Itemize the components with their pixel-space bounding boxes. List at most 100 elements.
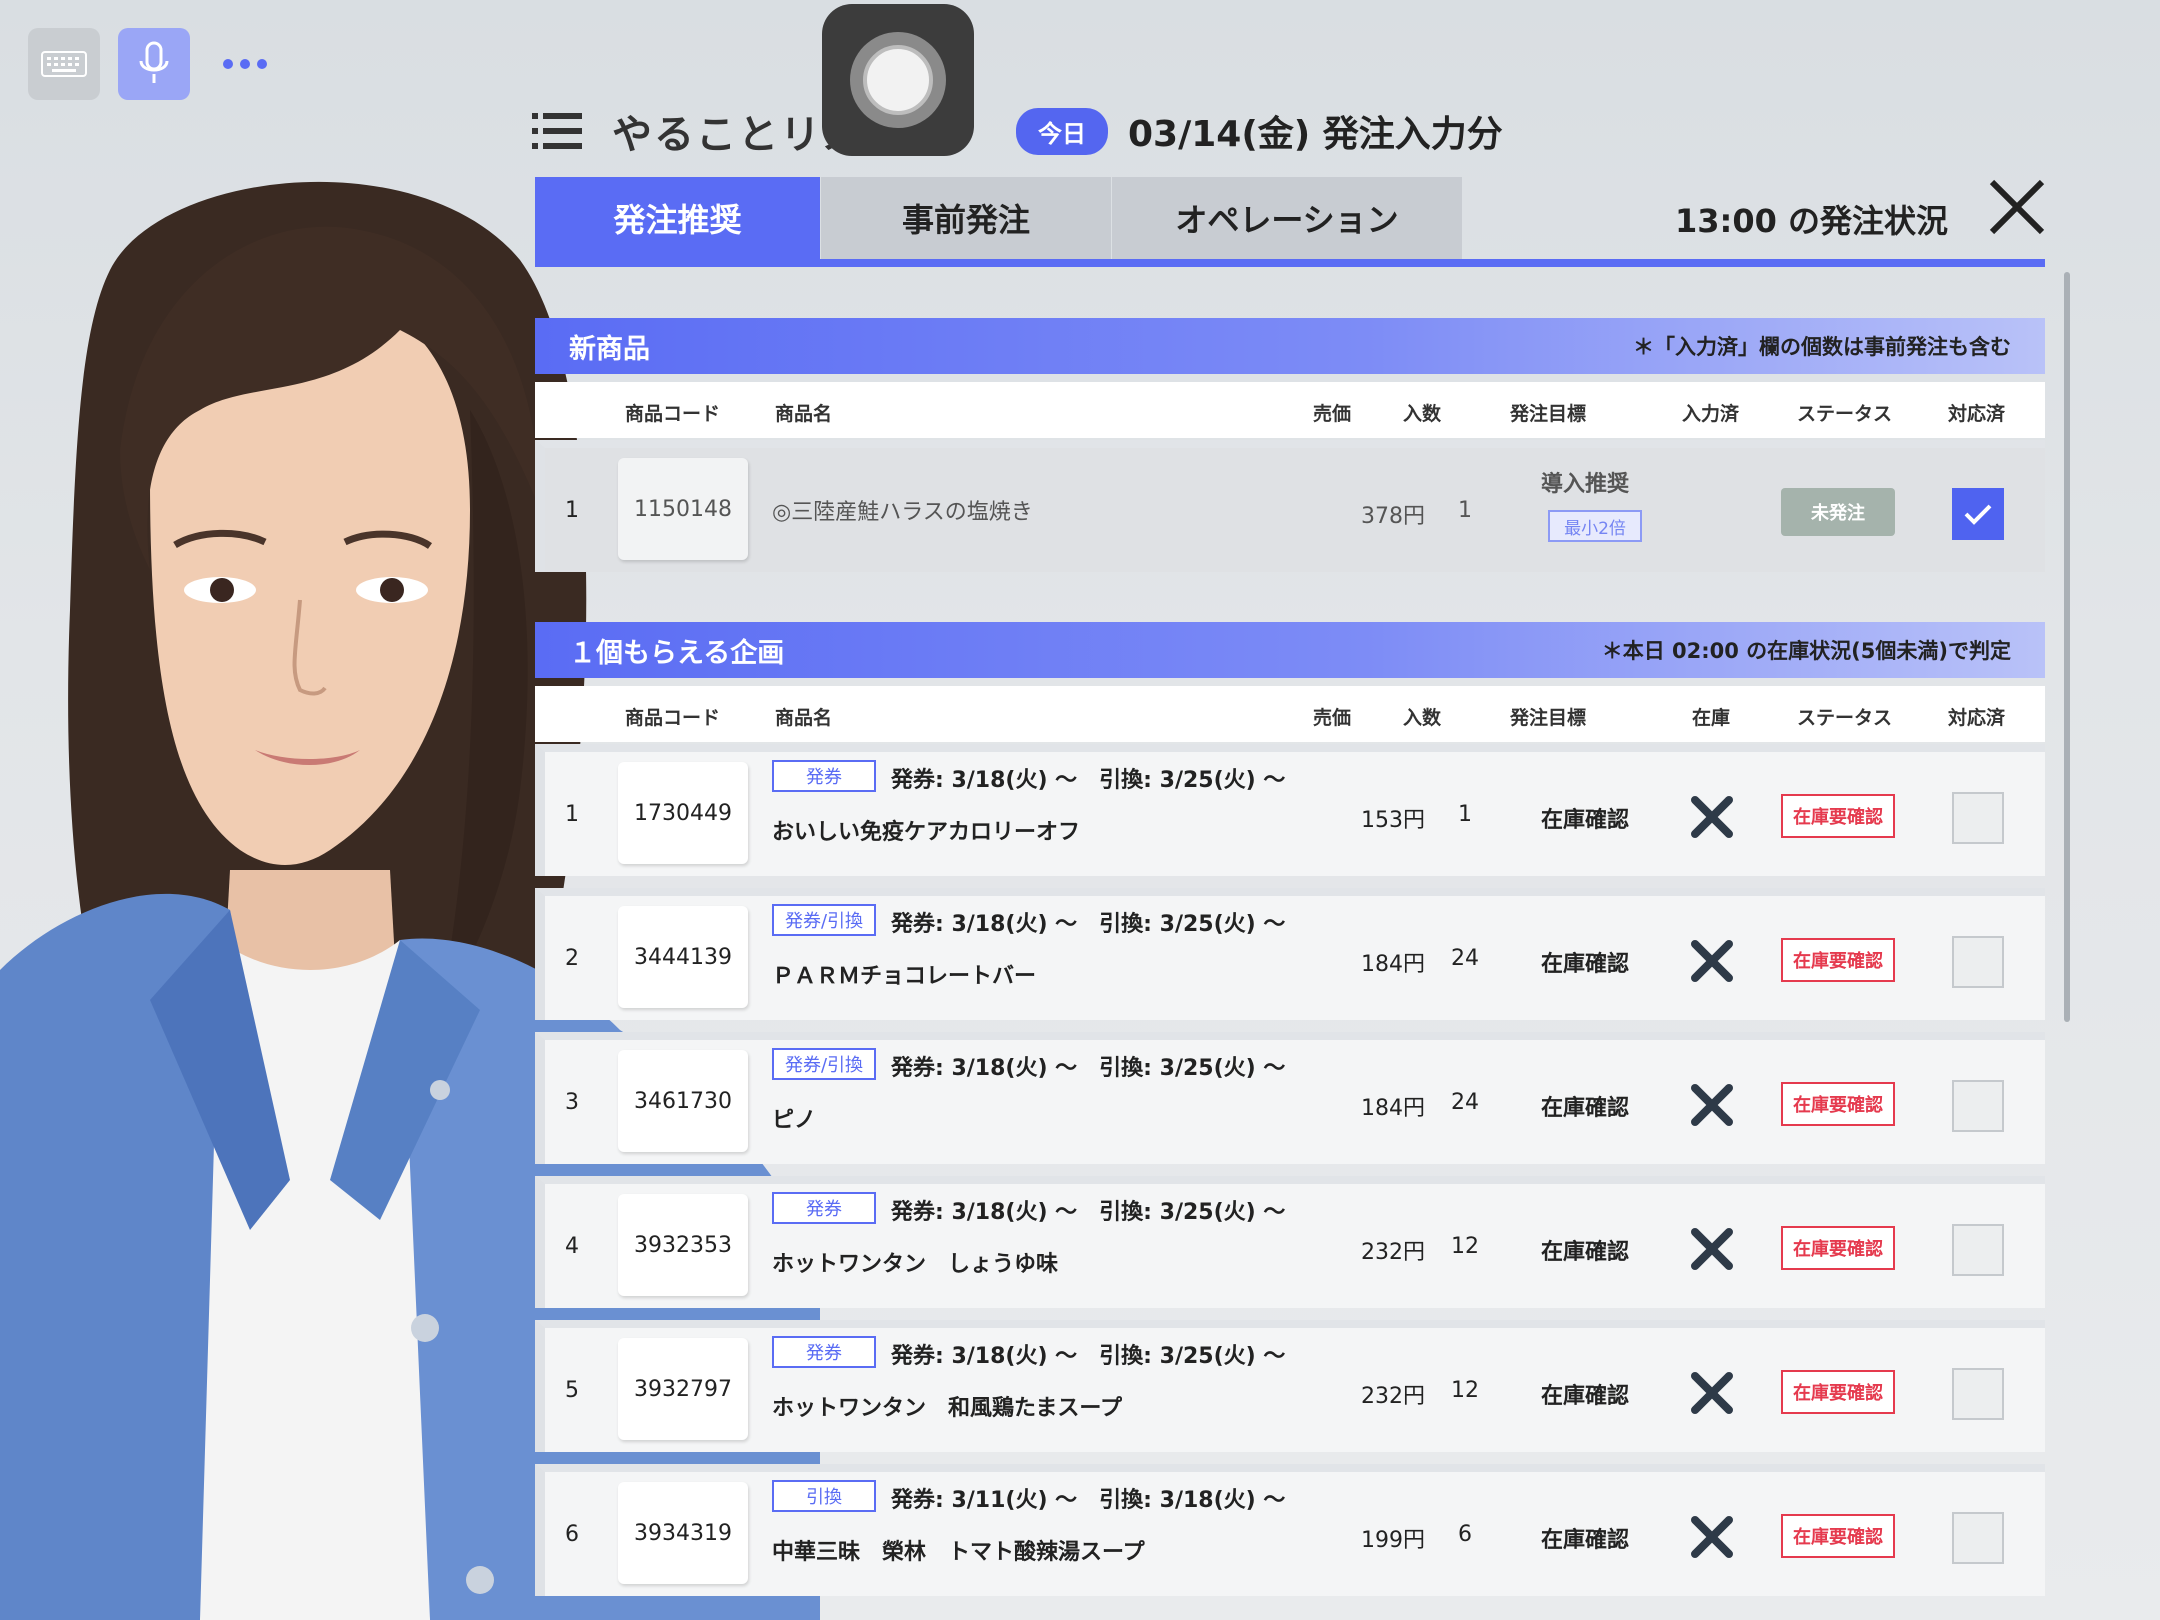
keyboard-icon	[41, 51, 87, 77]
campaign-column-header: 商品コード 商品名 売価 入数 発注目標 在庫 ステータス 対応済	[535, 686, 2045, 742]
table-row[interactable]: 1 1730449 発券 発券: 3/18(火) ～ 引換: 3/25(火) ～…	[535, 744, 2045, 876]
product-qty: 1	[1458, 498, 1472, 523]
target-tag: 最小2倍	[1548, 510, 1642, 542]
product-name: ピノ	[772, 1108, 817, 1133]
campaign-tag: 発券/引換	[772, 904, 876, 936]
table-row[interactable]: 4 3932353 発券 発券: 3/18(火) ～ 引換: 3/25(火) ～…	[535, 1176, 2045, 1308]
product-code: 3934319	[618, 1482, 748, 1584]
table-row[interactable]: 3 3461730 発券/引換 発券: 3/18(火) ～ 引換: 3/25(火…	[535, 1032, 2045, 1164]
col-entered: 入力済	[1682, 403, 1740, 425]
row-index: 5	[565, 1378, 579, 1403]
close-icon[interactable]	[1986, 176, 2048, 238]
product-code: 3461730	[618, 1050, 748, 1152]
table-row[interactable]: 6 3934319 引換 発券: 3/11(火) ～ 引換: 3/18(火) ～…	[535, 1464, 2045, 1596]
campaign-tag: 引換	[772, 1480, 876, 1512]
col-stock: 在庫	[1692, 707, 1731, 729]
row-index: 1	[565, 802, 579, 827]
product-price: 232円	[1361, 1384, 1425, 1409]
cross-icon	[1691, 940, 1733, 982]
status-badge: 在庫要確認	[1781, 1370, 1895, 1414]
col-code: 商品コード	[625, 707, 721, 729]
col-code: 商品コード	[625, 403, 721, 425]
assistive-touch-icon	[850, 32, 946, 128]
status-badge: 在庫要確認	[1781, 1226, 1895, 1270]
product-code: 3932797	[618, 1338, 748, 1440]
status-badge: 在庫要確認	[1781, 938, 1895, 982]
product-name: ＰＡＲＭチョコレートバー	[772, 964, 1037, 989]
col-qty: 入数	[1403, 403, 1442, 425]
microphone-button[interactable]	[118, 28, 190, 100]
product-price: 184円	[1361, 1096, 1425, 1121]
col-target: 発注目標	[1510, 403, 1587, 425]
order-status-time: 13:00 の発注状況	[1675, 202, 1949, 240]
status-badge: 在庫要確認	[1781, 794, 1895, 838]
menu-icon[interactable]	[532, 111, 582, 151]
order-target: 在庫確認	[1540, 1528, 1629, 1553]
microphone-icon	[139, 41, 169, 83]
campaign-dates: 発券: 3/18(火) ～ 引換: 3/25(火) ～	[891, 1200, 1286, 1225]
status-badge: 在庫要確認	[1781, 1514, 1895, 1558]
row-index: 3	[565, 1090, 579, 1115]
done-checkbox[interactable]	[1952, 1080, 2004, 1132]
product-code: 1150148	[618, 458, 748, 560]
col-target: 発注目標	[1510, 707, 1587, 729]
tab-pre-order[interactable]: 事前発注	[821, 177, 1111, 259]
row-index: 2	[565, 946, 579, 971]
campaign-tag: 発券/引換	[772, 1048, 876, 1080]
col-done: 対応済	[1948, 707, 2006, 729]
tab-operation[interactable]: オペレーション	[1112, 177, 1462, 259]
order-target: 在庫確認	[1540, 1096, 1629, 1121]
campaign-tag: 発券	[772, 760, 876, 792]
row-index: 6	[565, 1522, 579, 1547]
cross-icon	[1691, 1516, 1733, 1558]
tab-order-recommend[interactable]: 発注推奨	[535, 177, 820, 259]
today-badge: 今日	[1016, 107, 1108, 155]
campaign-title: １個もらえる企画	[569, 637, 785, 669]
col-name: 商品名	[775, 403, 833, 425]
row-index: 4	[565, 1234, 579, 1259]
col-name: 商品名	[775, 707, 833, 729]
col-done: 対応済	[1948, 403, 2006, 425]
cross-icon	[1691, 1084, 1733, 1126]
order-target: 在庫確認	[1540, 1240, 1629, 1265]
done-checkbox[interactable]	[1952, 936, 2004, 988]
page-header: やることリスト 今日 03/14(金) 発注入力分	[532, 96, 2052, 166]
new-products-column-header: 商品コード 商品名 売価 入数 発注目標 入力済 ステータス 対応済	[535, 382, 2045, 438]
col-price: 売価	[1313, 403, 1352, 425]
campaign-dates: 発券: 3/18(火) ～ 引換: 3/25(火) ～	[891, 912, 1286, 937]
product-price: 378円	[1361, 504, 1425, 529]
more-button[interactable]	[210, 28, 280, 100]
table-row[interactable]: 1 1150148 ◎三陸産鮭ハラスの塩焼き 378円 1 導入推奨 最小2倍 …	[535, 440, 2045, 572]
table-row[interactable]: 2 3444139 発券/引換 発券: 3/18(火) ～ 引換: 3/25(火…	[535, 888, 2045, 1020]
more-icon	[223, 59, 267, 69]
campaign-dates: 発券: 3/11(火) ～ 引換: 3/18(火) ～	[891, 1488, 1286, 1513]
product-name: ◎三陸産鮭ハラスの塩焼き	[772, 500, 1033, 525]
keyboard-button[interactable]	[28, 28, 100, 100]
done-checkbox[interactable]	[1952, 1512, 2004, 1564]
done-checkbox[interactable]	[1952, 488, 2004, 540]
done-checkbox[interactable]	[1952, 1224, 2004, 1276]
table-row[interactable]: 5 3932797 発券 発券: 3/18(火) ～ 引換: 3/25(火) ～…	[535, 1320, 2045, 1452]
new-products-header: 新商品 ＊「入力済」欄の個数は事前発注も含む	[535, 318, 2045, 374]
product-price: 184円	[1361, 952, 1425, 977]
checkmark-icon	[1964, 504, 1992, 525]
campaign-dates: 発券: 3/18(火) ～ 引換: 3/25(火) ～	[891, 1344, 1286, 1369]
assistive-touch-button[interactable]	[822, 4, 974, 156]
row-index: 1	[565, 498, 579, 523]
col-qty: 入数	[1403, 707, 1442, 729]
order-target: 在庫確認	[1540, 1384, 1629, 1409]
cross-icon	[1691, 796, 1733, 838]
cross-icon	[1691, 1372, 1733, 1414]
product-name: ホットワンタン 和風鶏たまスープ	[772, 1396, 1123, 1421]
order-target: 在庫確認	[1540, 808, 1629, 833]
cross-icon	[1691, 1228, 1733, 1270]
order-target: 導入推奨	[1540, 472, 1629, 497]
product-price: 153円	[1361, 808, 1425, 833]
done-checkbox[interactable]	[1952, 1368, 2004, 1420]
scrollbar[interactable]	[2064, 272, 2070, 1022]
product-name: 中華三昧 榮林 トマト酸辣湯スープ	[772, 1540, 1145, 1565]
product-name: おいしい免疫ケアカロリーオフ	[772, 820, 1081, 845]
done-checkbox[interactable]	[1952, 792, 2004, 844]
tab-underline	[535, 259, 2045, 267]
product-code: 1730449	[618, 762, 748, 864]
